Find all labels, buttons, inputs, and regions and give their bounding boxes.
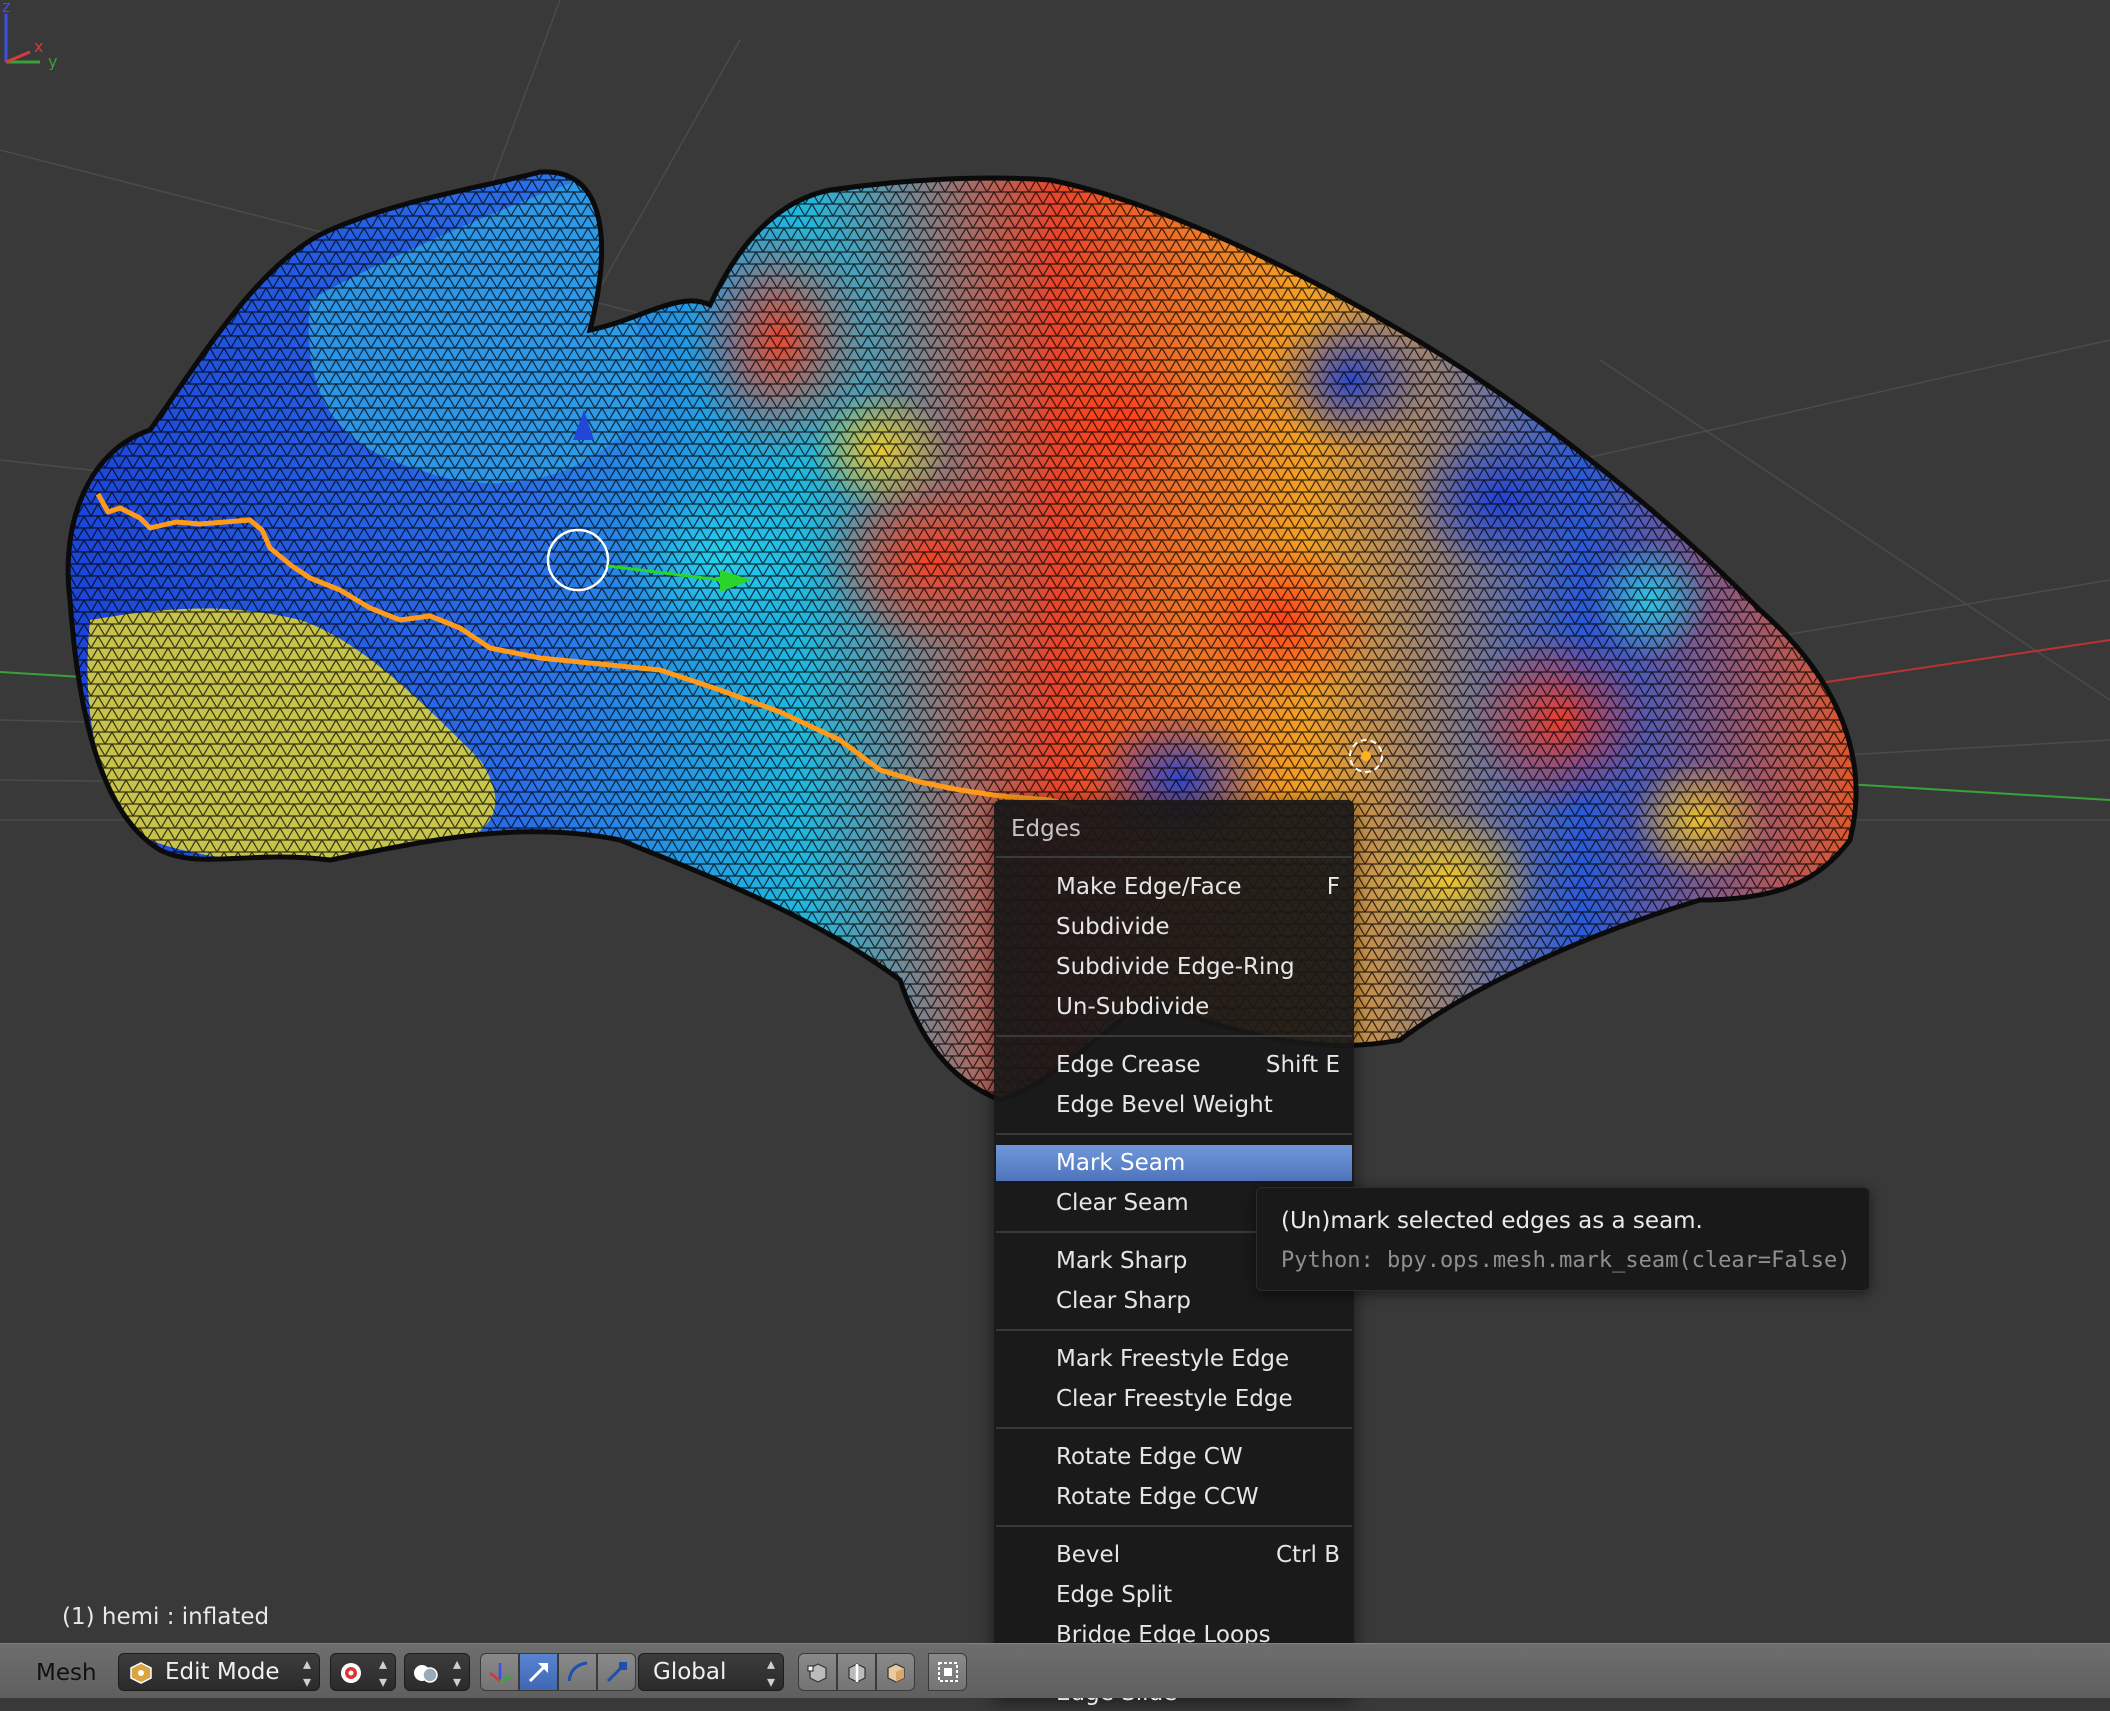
menu-item-edge-bevel-weight[interactable]: Edge Bevel Weight <box>996 1087 1352 1123</box>
menu-item-label: Mark Freestyle Edge <box>1056 1346 1290 1372</box>
menu-item-edge-split[interactable]: Edge Split <box>996 1577 1352 1613</box>
menu-divider <box>996 1133 1352 1135</box>
occlude-icon <box>937 1662 958 1682</box>
menu-item-label: Clear Sharp <box>1056 1288 1191 1314</box>
rotate-toggle[interactable] <box>558 1653 597 1691</box>
dropdown-arrows-icon: ▴ ▾ <box>766 1654 775 1691</box>
menu-item-label: Rotate Edge CW <box>1056 1444 1243 1470</box>
menu-item-rotate-edge-ccw[interactable]: Rotate Edge CCW <box>996 1479 1352 1515</box>
dropdown-arrows-icon: ▴ ▾ <box>378 1654 387 1691</box>
menu-title: Edges <box>1011 816 1081 842</box>
menu-item-shortcut: Ctrl B <box>1275 1542 1340 1568</box>
manipulator-button-group <box>480 1653 636 1691</box>
menu-item-label: Clear Seam <box>1056 1190 1189 1216</box>
menu-item-shortcut: Shift E <box>1265 1052 1340 1078</box>
scale-icon <box>606 1662 627 1683</box>
tooltip-description: (Un)mark selected edges as a seam. <box>1281 1208 1703 1234</box>
tooltip: (Un)mark selected edges as a seam. Pytho… <box>1256 1187 1870 1291</box>
vertex-select-icon <box>807 1663 827 1683</box>
translate-toggle[interactable] <box>519 1653 558 1691</box>
menu-item-rotate-edge-cw[interactable]: Rotate Edge CW <box>996 1439 1352 1475</box>
menu-divider <box>996 1329 1352 1331</box>
mode-label: Edit Mode <box>165 1659 280 1685</box>
vertex-select-toggle[interactable] <box>798 1653 837 1691</box>
viewport-header: Mesh Edit Mode ▴ ▾ ▴ ▾ ▴ ▾ Global ▴ ▾ <box>0 1643 2110 1698</box>
manipulator-toggle[interactable] <box>480 1653 519 1691</box>
dropdown-arrows-icon: ▴ ▾ <box>452 1654 461 1691</box>
tooltip-python: Python: bpy.ops.mesh.mark_seam(clear=Fal… <box>1281 1248 1851 1273</box>
menu-divider <box>996 1525 1352 1527</box>
menu-item-label: Subdivide Edge-Ring <box>1056 954 1295 980</box>
menu-item-make-edge-face[interactable]: Make Edge/Face F <box>996 869 1352 905</box>
occlude-geometry-toggle[interactable] <box>928 1653 967 1691</box>
object-info-text: (1) hemi : inflated <box>62 1604 270 1630</box>
menu-item-label: Subdivide <box>1056 914 1170 940</box>
scale-toggle[interactable] <box>597 1653 636 1691</box>
menu-divider <box>996 1035 1352 1037</box>
face-select-icon <box>886 1663 905 1683</box>
menu-item-label: Un-Subdivide <box>1056 994 1210 1020</box>
edge-select-toggle[interactable] <box>837 1653 876 1691</box>
select-mode-button-group <box>798 1653 915 1691</box>
menu-item-label: Bevel <box>1056 1542 1121 1568</box>
axis-label-y: y <box>48 52 57 70</box>
pivot-icon <box>339 1660 363 1696</box>
menu-item-subdivide-edge-ring[interactable]: Subdivide Edge-Ring <box>996 949 1352 985</box>
menu-item-bevel[interactable]: Bevel Ctrl B <box>996 1537 1352 1573</box>
translate-icon <box>528 1663 548 1683</box>
manipulator-icon <box>488 1663 511 1683</box>
face-select-toggle[interactable] <box>876 1653 915 1691</box>
menu-divider <box>996 1427 1352 1429</box>
menu-item-mark-freestyle-edge[interactable]: Mark Freestyle Edge <box>996 1341 1352 1377</box>
menu-item-label: Mark Seam <box>1056 1150 1186 1176</box>
mesh-menu[interactable]: Mesh <box>36 1660 97 1686</box>
menu-item-un-subdivide[interactable]: Un-Subdivide <box>996 989 1352 1025</box>
axis-label-x: x <box>34 37 43 56</box>
mode-icon <box>129 1660 153 1684</box>
dropdown-arrows-icon: ▴ ▾ <box>302 1654 311 1691</box>
axis-label-z: z <box>2 0 10 16</box>
menu-item-clear-freestyle-edge[interactable]: Clear Freestyle Edge <box>996 1381 1352 1417</box>
menu-item-label: Make Edge/Face <box>1056 874 1242 900</box>
menu-item-edge-crease[interactable]: Edge Crease Shift E <box>996 1047 1352 1083</box>
menu-item-subdivide[interactable]: Subdivide <box>996 909 1352 945</box>
edge-select-icon <box>847 1663 866 1683</box>
menu-item-label: Edge Split <box>1056 1582 1173 1608</box>
menu-item-label: Mark Sharp <box>1056 1248 1188 1274</box>
menu-item-label: Rotate Edge CCW <box>1056 1484 1259 1510</box>
menu-divider <box>996 856 1352 858</box>
menu-item-mark-seam[interactable]: Mark Seam <box>996 1145 1352 1181</box>
mode-dropdown[interactable]: Edit Mode ▴ ▾ <box>118 1653 320 1691</box>
rotate-icon <box>567 1661 587 1682</box>
orientation-dropdown[interactable]: Global ▴ ▾ <box>638 1653 784 1691</box>
menu-item-label: Edge Crease <box>1056 1052 1201 1078</box>
shading-dropdown[interactable]: ▴ ▾ <box>404 1653 470 1691</box>
orientation-label: Global <box>653 1659 727 1685</box>
menu-item-shortcut: F <box>1326 874 1340 900</box>
shading-icon <box>413 1660 439 1696</box>
pivot-dropdown[interactable]: ▴ ▾ <box>330 1653 396 1691</box>
axis-gizmo: z x y <box>2 0 57 70</box>
menu-item-label: Edge Bevel Weight <box>1056 1092 1273 1118</box>
menu-item-label: Clear Freestyle Edge <box>1056 1386 1293 1412</box>
